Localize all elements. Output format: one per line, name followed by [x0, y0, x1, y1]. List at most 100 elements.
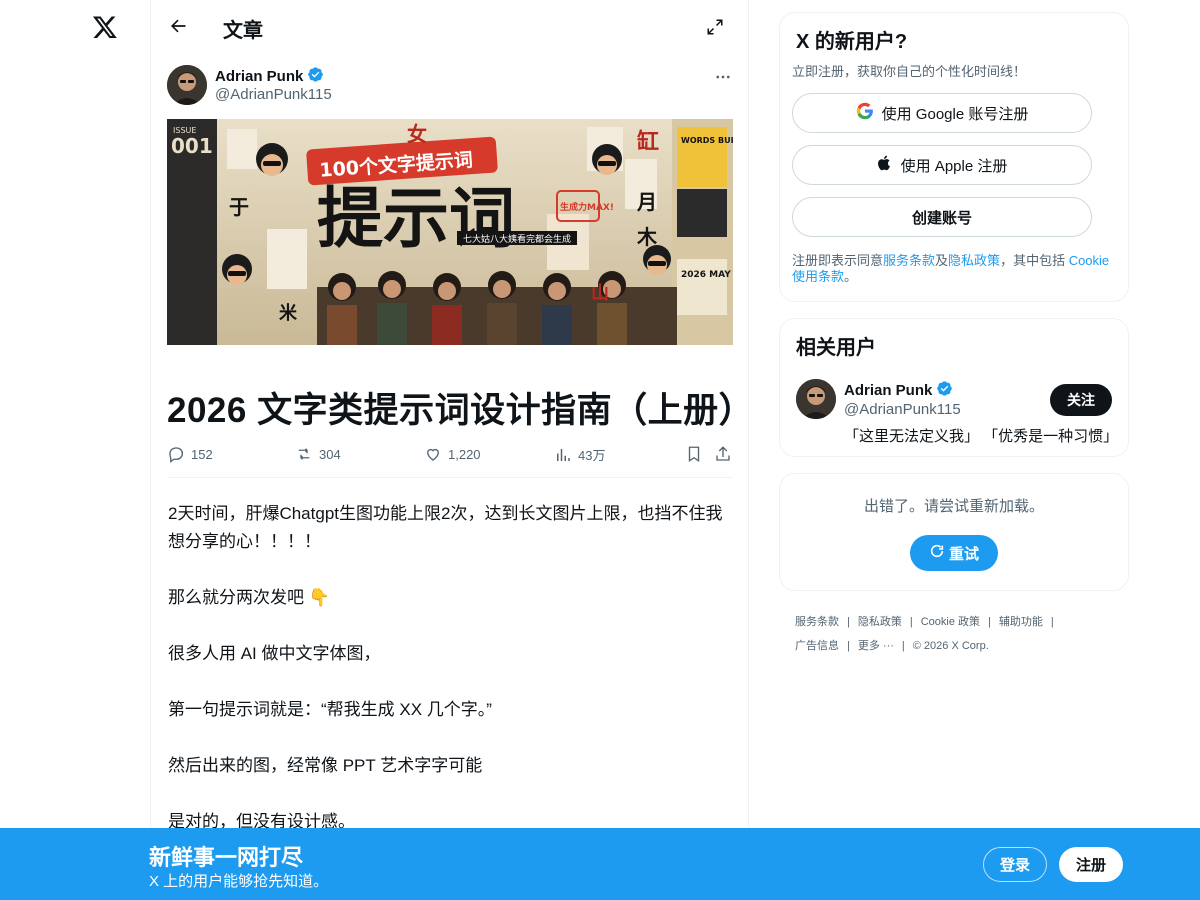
more-options-icon[interactable] — [713, 67, 733, 87]
footer-separator: | — [847, 616, 850, 628]
views-count: 43万 — [578, 448, 606, 463]
retry-button[interactable]: 重试 — [910, 535, 998, 571]
hero-issue-number: 001 — [171, 134, 213, 158]
author-name[interactable]: Adrian Punk — [215, 66, 324, 87]
footer-link-cookie[interactable]: Cookie 政策 — [921, 616, 980, 628]
privacy-policy-link[interactable]: 隐私政策 — [948, 253, 1000, 268]
article-paragraph: 那么就分两次发吧 👇 — [168, 588, 330, 607]
article-title: 2026 文字类提示词设计指南（上册） — [167, 391, 755, 430]
retry-label: 重试 — [948, 545, 979, 563]
banner-title: 新鲜事一网打尽 — [149, 845, 304, 870]
footer-link-more[interactable]: 更多 ··· — [858, 640, 894, 652]
error-panel: 出错了。请尝试重新加载。 重试 — [779, 473, 1129, 591]
terms-of-service-link[interactable]: 服务条款 — [883, 253, 935, 268]
arrow-left-icon[interactable] — [165, 13, 191, 39]
heart-icon — [424, 445, 442, 463]
share-icon[interactable] — [714, 445, 732, 463]
hero-date-card-text: 2026 MAY — [681, 270, 731, 280]
svg-text:木: 木 — [636, 225, 658, 249]
engagement-bar: 152 304 1,220 43万 — [167, 433, 733, 478]
author-row: Adrian Punk @AdrianPunk115 — [167, 65, 733, 105]
terms-and: 及 — [935, 253, 949, 268]
repost-icon — [295, 445, 313, 463]
footer-separator: | — [901, 640, 905, 652]
article-paragraph: 很多人用 AI 做中文字体图， — [168, 644, 381, 663]
footer-links: 服务条款 | 隐私政策 | Cookie 政策 | 辅助功能 | 广告信息 | 更多 ··· | © … — [795, 610, 1115, 658]
error-message: 出错了。请尝试重新加载。 — [863, 498, 1044, 515]
banner-subtitle: X 上的用户能够抢先知道。 — [149, 873, 329, 890]
article-paragraph: 第一句提示词就是：“帮我生成 XX 几个字。” — [168, 700, 492, 719]
bookmark-icon[interactable] — [685, 445, 703, 463]
svg-text:山: 山 — [591, 283, 609, 304]
create-account-button[interactable]: 创建账号 — [792, 197, 1092, 237]
related-users-title: 相关用户 — [796, 337, 876, 359]
hero-caption-text: 七大姑八大姨看完都会生成 — [463, 233, 571, 245]
hero-side-card-text: WORDS BUILD WORLDS. — [681, 136, 733, 145]
apple-icon — [877, 154, 893, 176]
footer-link-accessibility[interactable]: 辅助功能 — [999, 616, 1043, 628]
article-header: 文章 — [151, 0, 749, 53]
terms-mid: ，其中包括 — [1000, 253, 1069, 268]
verified-badge-icon — [936, 380, 953, 401]
apple-signup-label: 使用 Apple 注册 — [900, 157, 1008, 175]
related-user-handle[interactable]: @AdrianPunk115 — [844, 401, 961, 418]
terms-end: 。 — [844, 269, 858, 284]
author-avatar[interactable] — [167, 65, 207, 105]
related-user-avatar[interactable] — [796, 379, 836, 419]
footer-row: 服务条款 | 隐私政策 | Cookie 政策 | 辅助功能 | — [795, 610, 1115, 634]
google-signup-button[interactable]: 使用 Google 账号注册 — [792, 93, 1092, 133]
reply-icon — [167, 445, 185, 463]
signup-terms: 注册即表示同意服务条款及隐私政策，其中包括 Cookie 使用条款。 — [792, 253, 1112, 285]
author-name-text[interactable]: Adrian Punk — [215, 68, 303, 85]
related-user-name-text[interactable]: Adrian Punk — [844, 382, 932, 399]
login-button[interactable]: 登录 — [983, 847, 1047, 882]
terms-prefix: 注册即表示同意 — [792, 253, 884, 268]
signup-subtitle: 立即注册，获取你自己的个性化时间线！ — [792, 64, 1027, 79]
svg-text:女: 女 — [407, 122, 427, 146]
views-chart-icon — [554, 446, 572, 464]
signup-panel: X 的新用户? 立即注册，获取你自己的个性化时间线！ 使用 Google 账号注… — [779, 12, 1129, 302]
svg-text:于: 于 — [229, 195, 249, 219]
expand-icon[interactable] — [703, 15, 727, 39]
svg-text:月: 月 — [636, 190, 657, 214]
main-column: 文章 Adrian Punk @AdrianPunk115 100个文字提示词 … — [150, 0, 755, 900]
svg-text:缸: 缸 — [637, 129, 659, 155]
signup-title: X 的新用户? — [796, 31, 908, 53]
hero-big-title: 提示词 — [317, 179, 515, 257]
article-paragraph: 然后出来的图，经常像 PPT 艺术字字可能 — [168, 756, 483, 775]
x-logo-icon[interactable] — [91, 13, 119, 41]
like-button[interactable]: 1,220 — [424, 445, 481, 463]
svg-text:米: 米 — [279, 302, 298, 324]
left-rail — [0, 0, 150, 900]
footer-link-ads[interactable]: 广告信息 — [795, 640, 839, 652]
apple-signup-button[interactable]: 使用 Apple 注册 — [792, 145, 1092, 185]
google-signup-label: 使用 Google 账号注册 — [881, 105, 1029, 123]
related-user-name[interactable]: Adrian Punk — [844, 380, 953, 401]
verified-badge-icon — [307, 66, 324, 87]
related-user-bio: 「这里无法定义我」 「优秀是一种习惯」 — [844, 428, 1119, 445]
follow-button[interactable]: 关注 — [1050, 384, 1112, 416]
footer-separator: | — [847, 640, 850, 652]
footer-separator: | — [988, 616, 991, 628]
hero-stamp-text: 生成力MAX! — [560, 201, 614, 213]
author-handle[interactable]: @AdrianPunk115 — [215, 86, 332, 103]
footer-separator: | — [909, 616, 913, 628]
like-count: 1,220 — [448, 446, 481, 462]
google-icon — [856, 102, 874, 124]
footer-link-privacy[interactable]: 隐私政策 — [858, 616, 902, 628]
refresh-icon — [929, 543, 945, 563]
repost-count: 304 — [319, 446, 341, 462]
reply-count: 152 — [191, 446, 213, 462]
signup-banner: 新鲜事一网打尽 X 上的用户能够抢先知道。 登录 注册 — [0, 828, 1200, 900]
footer-separator: | — [1050, 616, 1054, 628]
article-paragraph: 2天时间，肝爆Chatgpt生图功能上限2次，达到长文图片上限，也挡不住我想分享… — [168, 504, 723, 551]
footer-copyright: © 2026 X Corp. — [912, 640, 989, 652]
article-cover-image[interactable]: 100个文字提示词 提示词 生成力MAX! 七大姑八大姨看完都会生成 ISSUE… — [167, 119, 733, 345]
repost-button[interactable]: 304 — [295, 445, 341, 463]
signup-button[interactable]: 注册 — [1059, 847, 1123, 882]
views-button[interactable]: 43万 — [554, 445, 605, 464]
footer-link-terms[interactable]: 服务条款 — [795, 616, 839, 628]
footer-row: 广告信息 | 更多 ··· | © 2026 X Corp. — [795, 634, 1115, 658]
article-body: 2天时间，肝爆Chatgpt生图功能上限2次，达到长文图片上限，也挡不住我想分享… — [168, 500, 734, 864]
reply-button[interactable]: 152 — [167, 445, 213, 463]
